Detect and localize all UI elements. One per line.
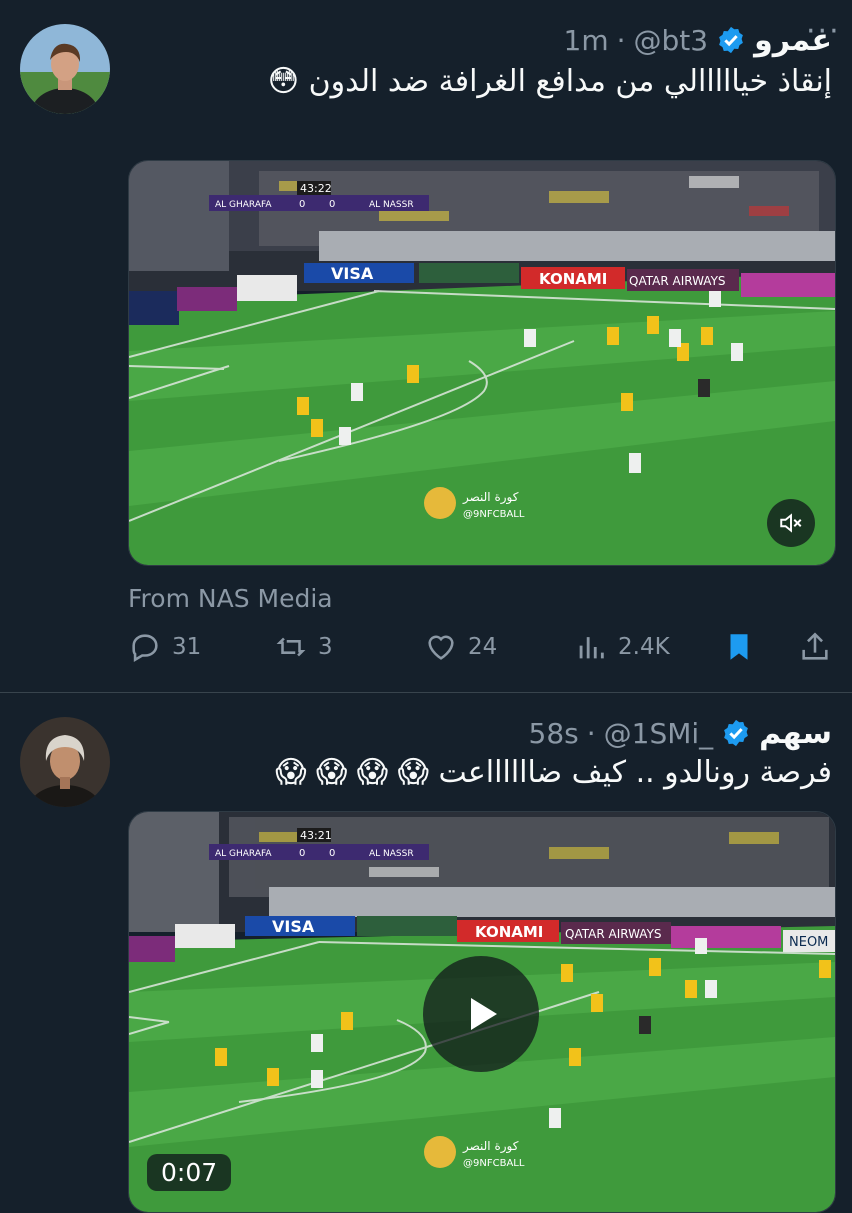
tweet-header: عمرو @bt3 · 1m [564,20,833,60]
watermark-handle: @9NFCBALL [463,1158,525,1169]
like-button[interactable]: 24 [424,630,497,664]
score-left: 0 [299,848,305,859]
ad-visa: VISA [272,917,315,936]
share-button[interactable] [798,630,832,664]
bookmark-button[interactable] [722,630,756,664]
ad-konami: KONAMI [539,270,607,288]
ad-qatar-airways: QATAR AIRWAYS [565,927,662,941]
views-button[interactable]: 2.4K [574,630,670,664]
video-player[interactable]: VISA KONAMI QATAR AIRWAYS NEOM 43:21 AL … [128,811,836,1213]
tweet[interactable]: سهم @1SMi_ · 58s فرصة رونالدو .. كيف ضاا… [0,693,852,1213]
ad-visa: VISA [331,264,374,283]
watermark-handle: @9NFCBALL [463,509,525,520]
action-bar: 31 3 24 2.4K [128,630,832,670]
timestamp[interactable]: 58s [529,717,579,750]
avatar[interactable] [20,717,110,807]
retweet-button[interactable]: 3 [274,630,333,664]
handle[interactable]: @1SMi_ [604,717,714,750]
media-attribution[interactable]: From NAS Media [128,584,333,613]
tweet-text: فرصة رونالدو .. كيف ضااااااعت 😱 😱 😱 😱 [128,755,832,790]
tweet-text: إنقاذ خيااااالي من مدافع الغرافة ضد الدو… [128,64,832,99]
score-right: 0 [329,848,335,859]
timestamp[interactable]: 1m [564,24,609,57]
team-right: AL NASSR [369,849,414,859]
flushed-emoji: 😳 [267,64,300,99]
watermark-arabic: كورة النصر [462,490,519,505]
reply-icon [132,634,158,663]
view-count: 2.4K [618,634,670,660]
separator-dot: · [616,23,626,57]
retweet-icon [276,637,306,657]
reply-button[interactable]: 31 [128,630,201,664]
avatar[interactable] [20,24,110,114]
tweet-text-body: فرصة رونالدو .. كيف ضااااااعت [438,755,832,790]
analytics-icon [579,637,604,659]
ad-konami: KONAMI [475,923,543,941]
like-count: 24 [468,634,498,660]
verified-badge-icon [724,719,749,747]
share-icon [802,632,828,660]
more-options-icon[interactable]: ··· [806,17,841,47]
handle[interactable]: @bt3 [634,24,709,57]
heart-icon [428,635,454,660]
video-duration: 0:07 [147,1154,232,1191]
team-left: AL GHARAFA [215,849,272,859]
verified-badge-icon [719,26,743,54]
watermark-arabic: كورة النصر [462,1139,519,1154]
display-name[interactable]: سهم [759,716,832,751]
speaker-muted-icon [780,513,802,533]
separator-dot: · [586,716,596,750]
scoreboard-clock: 43:21 [300,829,332,842]
ad-qatar-airways: QATAR AIRWAYS [629,274,726,288]
reply-count: 31 [172,634,202,660]
tweet[interactable]: عمرو @bt3 · 1m ··· إنقاذ خيااااالي من مد… [0,0,852,693]
team-right: AL NASSR [369,200,414,210]
tweet-text-body: إنقاذ خيااااالي من مدافع الغرافة ضد الدو… [308,64,832,99]
bookmark-filled-icon [730,634,748,660]
score-left: 0 [299,199,305,210]
team-left: AL GHARAFA [215,200,272,210]
video-player[interactable]: VISA KONAMI QATAR AIRWAYS 43:22 AL GHARA… [128,160,836,566]
mute-button[interactable] [767,499,815,547]
retweet-count: 3 [318,634,333,660]
watermark-logo-icon [424,1136,456,1168]
ad-neom: NEOM [789,935,828,950]
tweet-header: سهم @1SMi_ · 58s [529,713,833,753]
video-frame: VISA KONAMI QATAR AIRWAYS 43:22 AL GHARA… [129,161,835,565]
watermark-logo-icon [424,487,456,519]
score-right: 0 [329,199,335,210]
play-icon [471,998,497,1030]
play-button[interactable] [423,956,539,1072]
screaming-emoji: 😱 😱 😱 😱 [275,755,429,790]
scoreboard-clock: 43:22 [300,182,332,195]
